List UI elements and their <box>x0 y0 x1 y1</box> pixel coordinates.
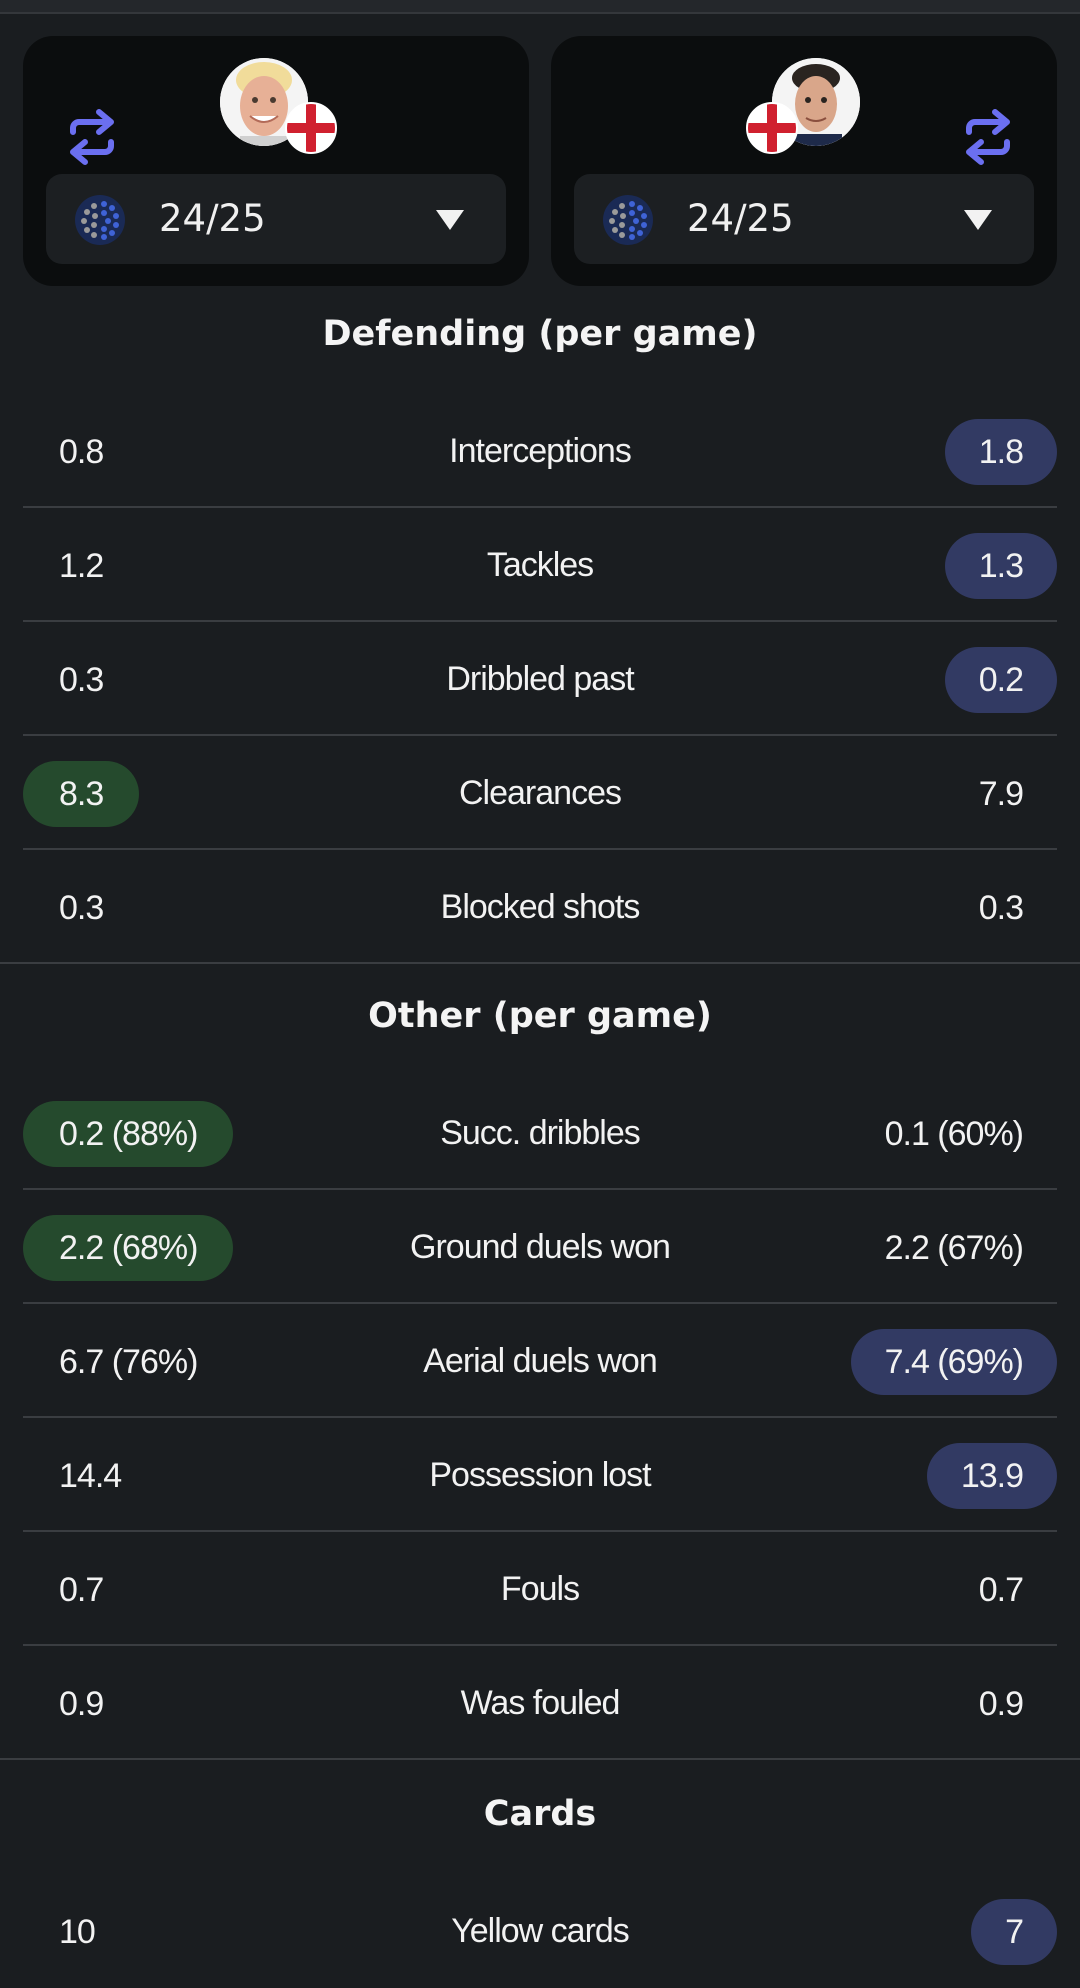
league-logo-icon <box>75 195 125 245</box>
player-card-left: 24/25 <box>23 36 529 286</box>
england-flag-icon <box>746 102 798 154</box>
stat-row-succ-dribbles: 0.2 (88%) Succ. dribbles 0.1 (60%) <box>23 1076 1057 1190</box>
stat-label: Fouls <box>500 1570 580 1608</box>
stat-label: Possession lost <box>429 1456 651 1494</box>
season-label: 24/25 <box>159 197 266 240</box>
stat-row-clearances: 8.3 Clearances 7.9 <box>23 736 1057 850</box>
england-flag-icon <box>285 102 337 154</box>
stat-row-fouls: 0.7 Fouls 0.7 <box>23 1532 1057 1646</box>
stat-label: Blocked shots <box>440 888 641 926</box>
section-title-other: Other (per game) <box>368 996 712 1036</box>
stat-value-right: 1.3 <box>944 533 1057 599</box>
section-divider <box>0 962 1080 964</box>
stat-value-right: 7 <box>971 1899 1057 1965</box>
stat-label: Was fouled <box>460 1684 621 1722</box>
stat-value-right: 0.9 <box>978 1685 1024 1723</box>
stat-value-right: 13.9 <box>926 1443 1057 1509</box>
stat-value-right: 7.4 (69%) <box>850 1329 1057 1395</box>
stat-row-dribbled-past: 0.3 Dribbled past 0.2 <box>23 622 1057 736</box>
stat-value-right: 1.8 <box>944 419 1057 485</box>
stat-label: Tackles <box>486 546 594 584</box>
chevron-down-icon <box>964 210 992 230</box>
player-card-right: 24/25 <box>551 36 1057 286</box>
season-select-right[interactable]: 24/25 <box>574 174 1034 264</box>
section-title-defending: Defending (per game) <box>322 314 758 354</box>
season-select-left[interactable]: 24/25 <box>46 174 506 264</box>
stat-value-right: 0.7 <box>978 1571 1024 1609</box>
chevron-down-icon <box>436 210 464 230</box>
swap-player-icon[interactable] <box>61 106 123 168</box>
stat-label: Dribbled past <box>446 660 634 698</box>
stat-value-right: 0.1 (60%) <box>884 1115 1024 1153</box>
stat-value-right: 7.9 <box>978 775 1024 813</box>
stat-row-possession-lost: 14.4 Possession lost 13.9 <box>23 1418 1057 1532</box>
stat-label: Yellow cards <box>451 1912 630 1950</box>
stat-row-tackles: 1.2 Tackles 1.3 <box>23 508 1057 622</box>
stat-row-was-fouled: 0.9 Was fouled 0.9 <box>23 1646 1057 1760</box>
stat-value-right: 0.2 <box>944 647 1057 713</box>
stat-row-yellow-cards: 10 Yellow cards 7 <box>23 1874 1057 1988</box>
stat-row-blocked-shots: 0.3 Blocked shots 0.3 <box>23 850 1057 964</box>
stat-value-right: 2.2 (67%) <box>884 1229 1024 1267</box>
stat-label: Clearances <box>459 774 622 812</box>
stat-row-aerial-duels: 6.7 (76%) Aerial duels won 7.4 (69%) <box>23 1304 1057 1418</box>
stat-row-ground-duels: 2.2 (68%) Ground duels won 2.2 (67%) <box>23 1190 1057 1304</box>
swap-player-icon[interactable] <box>957 106 1019 168</box>
stat-value-right: 0.3 <box>978 889 1024 927</box>
stat-row-interceptions: 0.8 Interceptions 1.8 <box>23 394 1057 508</box>
section-divider <box>0 1758 1080 1760</box>
section-title-cards: Cards <box>483 1794 597 1834</box>
league-logo-icon <box>603 195 653 245</box>
stat-label: Interceptions <box>449 432 632 470</box>
season-label: 24/25 <box>687 197 794 240</box>
top-bar <box>0 0 1080 14</box>
